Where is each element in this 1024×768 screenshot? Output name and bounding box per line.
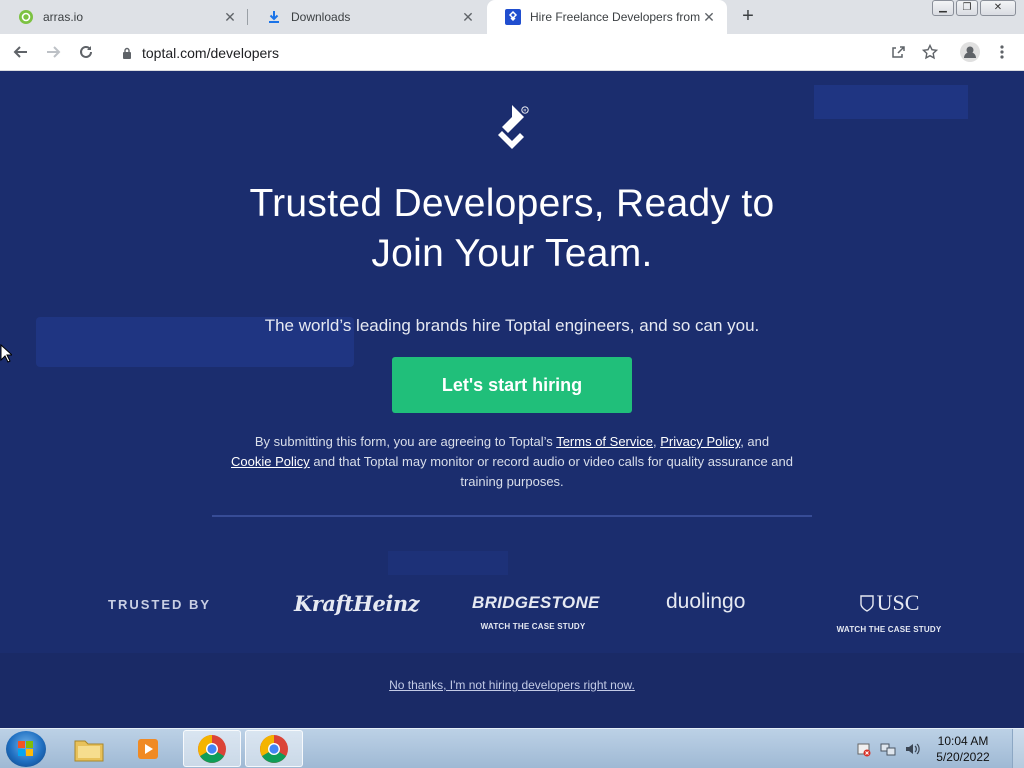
close-tab-icon[interactable]: ✕ [460,9,476,25]
cookie-policy-link[interactable]: Cookie Policy [231,454,310,469]
share-icon[interactable] [886,40,910,64]
volume-icon[interactable] [904,741,920,757]
address-bar[interactable]: toptal.com/developers [108,38,920,67]
legal-text: By submitting this form, you are agreein… [254,434,557,449]
action-center-icon[interactable] [856,741,872,757]
minimize-button[interactable]: ▁ [932,0,954,16]
legal-notice: By submitting this form, you are agreein… [212,432,812,492]
legal-text: and that Toptal may monitor or record au… [309,454,793,489]
brand-bridgestone[interactable]: BRIDGESTONE WATCH THE CASE STUDY [472,593,600,631]
tab-strip: arras.io ✕ Downloads ✕ Hire Freelance De… [0,0,1024,34]
windows-logo-icon [18,741,33,756]
start-hiring-button[interactable]: Let's start hiring [392,357,632,413]
brand-logo-text: KraftHeinz [294,591,420,616]
brand-name: USC [876,590,920,615]
background-shape [814,85,968,119]
toptal-modal-page: R Trusted Developers, Ready to Join Your… [0,71,1024,728]
media-player-icon [138,738,158,759]
tab-arras[interactable]: arras.io ✕ [0,0,248,34]
browser-toolbar: toptal.com/developers [0,34,1024,71]
mouse-cursor-icon [0,344,12,363]
svg-text:R: R [524,108,527,113]
clock-date: 5/20/2022 [936,750,990,764]
tab-toptal[interactable]: Hire Freelance Developers from t ✕ [487,0,727,34]
tab-downloads[interactable]: Downloads ✕ [248,0,486,34]
restore-button[interactable]: ❐ [956,0,978,16]
forward-icon[interactable] [41,40,65,64]
toptal-logo-icon: R [498,105,529,149]
brand-logo-text: BRIDGESTONE [472,593,600,612]
section-divider [212,515,812,517]
legal-text: , and [740,434,770,449]
reload-icon[interactable] [74,40,98,64]
page-subhead: The world’s leading brands hire Toptal e… [264,316,760,335]
page-headline: Trusted Developers, Ready to Join Your T… [162,179,862,279]
tab-title: Downloads [291,10,351,24]
terms-of-service-link[interactable]: Terms of Service [556,434,653,449]
brand-duolingo: duolingo [666,590,745,614]
window-controls: ▁ ❐ ✕ [932,0,1016,16]
lock-icon [123,47,131,59]
taskbar-explorer[interactable] [60,730,118,767]
close-tab-icon[interactable]: ✕ [222,9,238,25]
new-tab-button[interactable]: + [737,6,759,28]
case-study-link[interactable]: WATCH THE CASE STUDY [472,622,594,631]
case-study-link[interactable]: WATCH THE CASE STUDY [836,625,942,634]
profile-avatar-icon[interactable] [958,40,982,64]
taskbar-chrome-2[interactable] [245,730,303,767]
close-window-button[interactable]: ✕ [980,0,1016,16]
start-button[interactable] [6,731,46,767]
url-text: toptal.com/developers [142,44,279,61]
clock[interactable]: 10:04 AM 5/20/2022 [928,733,998,765]
show-desktop-button[interactable] [1012,729,1024,768]
menu-kebab-icon[interactable] [990,40,1014,64]
privacy-policy-link[interactable]: Privacy Policy [660,434,740,449]
clock-time: 10:04 AM [937,734,989,748]
back-icon[interactable] [9,40,33,64]
network-icon[interactable] [880,741,896,757]
trusted-by-label: TRUSTED BY [108,597,212,612]
headline-line-2: Join Your Team. [371,232,653,275]
tab-title: Hire Freelance Developers from t [530,10,701,24]
usc-seal-icon [859,595,874,612]
toptal-icon [505,9,521,25]
download-icon [266,9,282,25]
background-shape [388,551,508,575]
close-tab-icon[interactable]: ✕ [701,9,717,25]
brand-kraftheinz: KraftHeinz [294,591,420,616]
brand-logo-text: USC [836,590,942,616]
taskbar-media-player[interactable] [120,730,178,767]
headline-line-1: Trusted Developers, Ready to [249,182,775,225]
system-tray: 10:04 AM 5/20/2022 [856,729,1024,768]
bookmark-star-icon[interactable] [918,40,942,64]
decline-link[interactable]: No thanks, I'm not hiring developers rig… [262,678,762,692]
tab-title: arras.io [43,10,84,24]
chrome-icon [198,734,226,763]
brand-usc[interactable]: USC WATCH THE CASE STUDY [836,590,942,634]
taskbar-chrome-1[interactable] [183,730,241,767]
windows-taskbar: 10:04 AM 5/20/2022 [0,728,1024,768]
brand-logo-text: duolingo [666,590,746,613]
chrome-icon [260,734,288,763]
folder-icon [74,740,104,761]
arras-icon [18,9,34,25]
